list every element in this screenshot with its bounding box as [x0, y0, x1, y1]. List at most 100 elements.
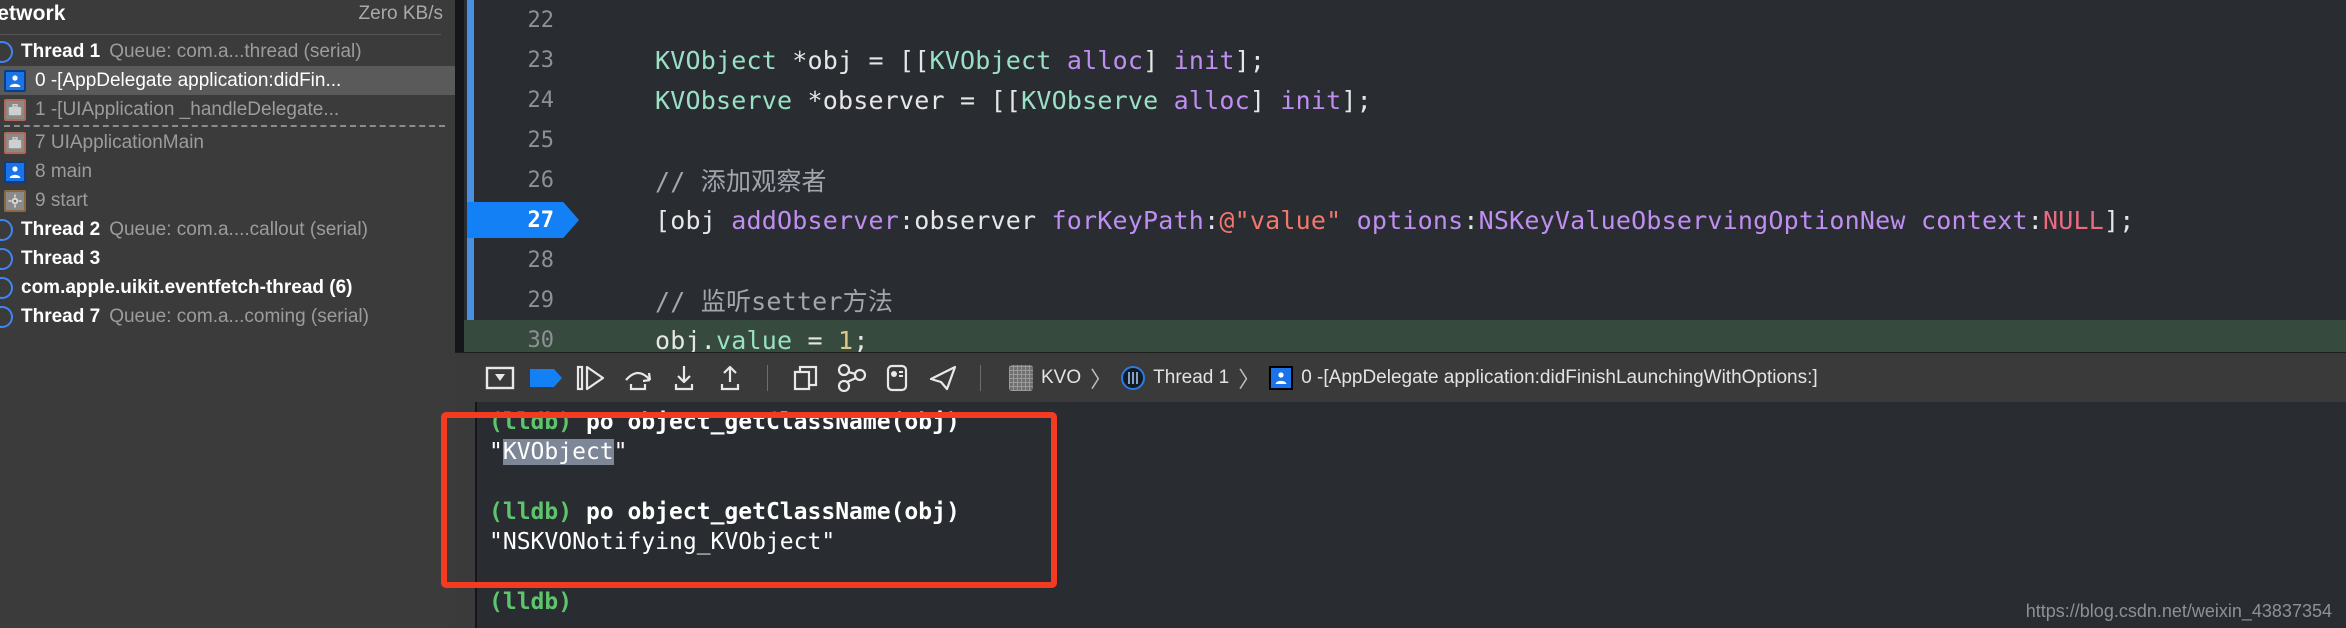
toolbar-separator: [767, 364, 768, 391]
step-into-icon: [674, 365, 694, 390]
line-number: 29: [527, 287, 555, 313]
environment-overrides-icon: [886, 364, 908, 391]
console-command: po object_getClassName(obj): [572, 409, 960, 435]
breadcrumb-label: KVO: [1041, 366, 1082, 388]
thread-disclosure-icon[interactable]: [0, 247, 13, 270]
line-number: 30: [527, 327, 555, 353]
debug-toolbar: KVO 〉 Thread 1 〉 0 -[AppDelegate application…: [455, 352, 2346, 402]
step-over-button[interactable]: [615, 353, 661, 403]
chevron-right-icon: 〉: [1238, 366, 1261, 392]
row-queue-label: Queue: com.a...coming (serial): [109, 305, 369, 327]
toolbar-separator-2: [980, 364, 981, 391]
stack-frame-row[interactable]: 7 UIApplicationMain: [0, 128, 455, 157]
code-line[interactable]: 22: [464, 0, 2346, 40]
code-text: obj.value = 1;: [594, 325, 869, 355]
step-out-icon: [720, 365, 740, 390]
code-line[interactable]: 24 KVObserve *observer = [[KVObserve all…: [464, 80, 2346, 120]
line-number: 23: [527, 47, 555, 73]
line-number: 25: [527, 127, 555, 153]
continue-button[interactable]: [569, 353, 615, 403]
person-frame-icon: [1269, 365, 1294, 390]
deactivate-breakpoints-button[interactable]: [523, 353, 569, 403]
row-label: 8 main: [35, 160, 93, 182]
stack-frame-row[interactable]: 9 start: [0, 186, 455, 215]
console-output-tail: ": [613, 439, 628, 465]
code-text: // 监听setter方法: [594, 287, 894, 316]
step-into-button[interactable]: [661, 353, 707, 403]
console-output-area[interactable]: (lldb) po object_getClassName(obj) "KVObj…: [455, 402, 2346, 628]
thread-icon: [1121, 365, 1146, 390]
continue-program-icon: [576, 365, 605, 390]
project-icon: [1009, 364, 1033, 391]
debug-view-hierarchy-button[interactable]: [782, 353, 828, 403]
thread-disclosure-icon[interactable]: [0, 218, 13, 241]
environment-overrides-button[interactable]: [874, 353, 920, 403]
thread-row[interactable]: com.apple.uikit.eventfetch-thread (6): [0, 273, 455, 302]
location-arrow-icon: [929, 365, 957, 390]
hide-debug-area-icon: [485, 366, 515, 389]
breadcrumb-item[interactable]: Thread 1: [1121, 365, 1230, 390]
code-line[interactable]: 23 KVObject *obj = [[KVObject alloc] ini…: [464, 40, 2346, 80]
console-line: (lldb) po object_getClassName(obj): [489, 407, 2336, 437]
hide-debug-area-button[interactable]: [477, 353, 523, 403]
source-editor: 22 23 KVObject *obj = [[KVObject alloc] i…: [455, 0, 2346, 360]
kernel-frame-icon: [4, 189, 26, 212]
system-frame-icon: [4, 98, 26, 121]
console-selection: KVObject: [502, 439, 614, 465]
lldb-prompt: (lldb): [489, 409, 573, 435]
breakpoint-icon: [530, 368, 562, 387]
step-over-icon: [625, 371, 652, 390]
frame-group-separator: [4, 125, 445, 127]
row-label: com.apple.uikit.eventfetch-thread (6): [21, 276, 353, 298]
stack-frame-row[interactable]: 0 -[AppDelegate application:didFin...: [0, 66, 455, 95]
debug-memory-graph-button[interactable]: [828, 353, 874, 403]
code-line[interactable]: 27 [obj addObserver:observer forKeyPath:…: [464, 200, 2346, 240]
watermark-url: https://blog.csdn.net/weixin_43837354: [2025, 601, 2332, 621]
stack-frame-row[interactable]: 8 main: [0, 157, 455, 186]
chevron-right-icon: 〉: [1090, 366, 1113, 392]
sidebar-header: Network Zero KB/s: [0, 0, 455, 28]
code-text: [obj addObserver:observer forKeyPath:@"v…: [594, 205, 2135, 235]
row-label: Thread 7: [21, 305, 101, 327]
thread-row[interactable]: Thread 2 Queue: com.a....callout (serial): [0, 215, 455, 244]
console-text[interactable]: (lldb) po object_getClassName(obj) "KVObj…: [489, 407, 2336, 617]
code-line[interactable]: 26 // 添加观察者: [464, 160, 2346, 200]
row-label: 7 UIApplicationMain: [35, 131, 204, 153]
console-line: "KVObject": [489, 437, 2336, 467]
row-label: 1 -[UIApplication _handleDelegate...: [35, 98, 340, 120]
thread-row[interactable]: Thread 1 Queue: com.a...thread (serial): [0, 37, 455, 66]
thread-disclosure-icon[interactable]: [0, 40, 13, 63]
code-line[interactable]: 28: [464, 240, 2346, 280]
editor-left-border: [455, 0, 464, 352]
code-line[interactable]: 29 // 监听setter方法: [464, 280, 2346, 320]
code-line[interactable]: 25: [464, 120, 2346, 160]
row-label: 9 start: [35, 189, 88, 211]
line-number: 22: [527, 7, 555, 33]
user-frame-icon: [4, 69, 26, 92]
line-number: 27: [527, 207, 555, 233]
console-line: "NSKVONotifying_KVObject": [489, 527, 2336, 557]
breadcrumb-label: Thread 1: [1153, 366, 1230, 388]
console-output: ": [489, 439, 503, 465]
breadcrumb-item[interactable]: 0 -[AppDelegate application:didFinishLau…: [1269, 365, 1818, 390]
thread-disclosure-icon[interactable]: [0, 276, 13, 299]
lldb-prompt: (lldb): [489, 499, 573, 525]
code-text: KVObserve *observer = [[KVObserve alloc]…: [655, 85, 1372, 115]
simulate-location-button[interactable]: [920, 353, 966, 403]
thread-disclosure-icon[interactable]: [0, 305, 13, 328]
row-label: Thread 2: [21, 218, 101, 240]
step-out-button[interactable]: [707, 353, 753, 403]
row-label: Thread 3: [21, 247, 101, 269]
stack-frame-row[interactable]: 1 -[UIApplication _handleDelegate...: [0, 95, 455, 124]
breadcrumb-item[interactable]: KVO: [1009, 364, 1082, 391]
thread-list: Thread 1 Queue: com.a...thread (serial) 0 …: [0, 35, 455, 331]
console-command: po object_getClassName(obj): [572, 499, 960, 525]
line-number: 26: [527, 167, 555, 193]
code-text: KVObject *obj = [[KVObject alloc] init];: [655, 45, 1266, 75]
user-frame-icon: [4, 160, 26, 183]
thread-row[interactable]: Thread 7 Queue: com.a...coming (serial): [0, 302, 455, 331]
row-label: 0 -[AppDelegate application:didFin...: [35, 69, 342, 91]
thread-row[interactable]: Thread 3: [0, 244, 455, 273]
